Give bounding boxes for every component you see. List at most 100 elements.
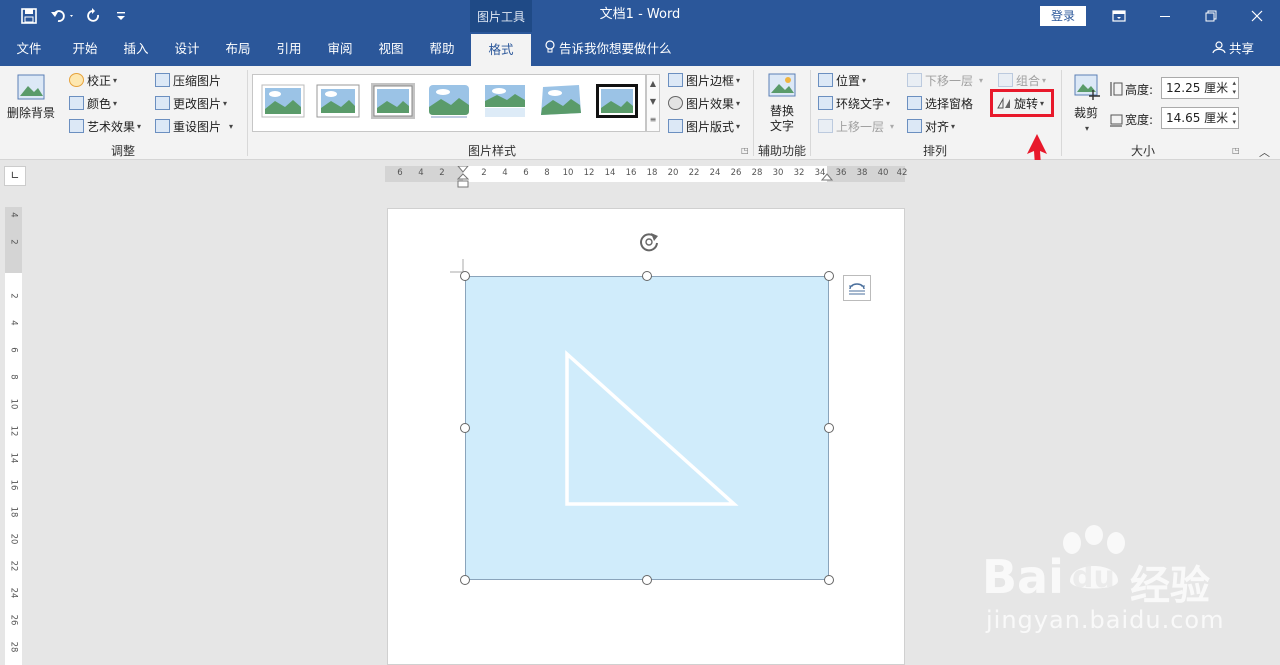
gallery-scroll[interactable]: ▲ ▼ ≡ — [646, 74, 660, 132]
tab-design[interactable]: 设计 — [164, 32, 210, 66]
horizontal-ruler[interactable]: 6 4 2 2 4 6 8 10 12 14 16 18 20 22 24 26… — [385, 166, 907, 188]
tab-layout[interactable]: 布局 — [215, 32, 261, 66]
resize-handle-right[interactable] — [824, 423, 834, 433]
picture-style-5[interactable] — [483, 83, 527, 119]
height-label-wrap: 高度: — [1109, 79, 1153, 99]
correct-button[interactable]: 校正 ▾ — [69, 70, 117, 90]
tab-references[interactable]: 引用 — [266, 32, 312, 66]
ruler-tick: 26 — [8, 614, 19, 626]
indent-marker-icon[interactable] — [457, 166, 469, 192]
resize-handle-bottom[interactable] — [642, 575, 652, 585]
restore-icon[interactable] — [1188, 0, 1234, 32]
remove-background-button[interactable]: 删除背景 — [4, 72, 58, 121]
size-dialog-launcher-icon[interactable]: ◳ — [1232, 146, 1240, 155]
redo-icon[interactable] — [84, 6, 104, 26]
styles-dialog-launcher-icon[interactable]: ◳ — [741, 146, 749, 155]
alt-text-button[interactable]: 替换 文字 — [760, 72, 804, 134]
chevron-down-icon: ▾ — [890, 121, 895, 131]
rotate-handle-icon[interactable] — [636, 229, 662, 255]
chevron-down-icon: ▾ — [951, 121, 956, 131]
compress-label: 压缩图片 — [173, 73, 222, 88]
height-spinner-icon[interactable]: ▴ ▾ — [1232, 79, 1236, 97]
position-button[interactable]: 位置 ▾ — [818, 70, 866, 90]
picture-styles-group-label: 图片样式 — [467, 144, 516, 158]
resize-handle-tl[interactable] — [460, 271, 470, 281]
undo-icon[interactable] — [48, 6, 78, 26]
align-button[interactable]: 对齐 ▾ — [907, 116, 955, 136]
layout-options-button[interactable] — [843, 275, 871, 301]
selected-picture[interactable] — [465, 276, 829, 580]
tab-format[interactable]: 格式 — [471, 34, 531, 66]
picture-border-button[interactable]: 图片边框 ▾ — [668, 70, 740, 90]
customize-qat-icon[interactable] — [112, 6, 130, 26]
selection-pane-button[interactable]: 选择窗格 — [907, 93, 973, 113]
crop-button[interactable]: 裁剪 ▾ — [1068, 72, 1104, 136]
vertical-ruler[interactable]: 4 2 2 4 6 8 10 12 14 16 18 20 22 24 26 2… — [5, 207, 22, 665]
close-icon[interactable] — [1234, 0, 1280, 32]
artistic-effects-button[interactable]: 艺术效果 ▾ — [69, 116, 141, 136]
resize-handle-tr[interactable] — [824, 271, 834, 281]
reset-picture-button[interactable]: 重设图片 ▾ — [155, 116, 233, 136]
collapse-ribbon-icon[interactable]: ︿ — [1259, 144, 1270, 160]
tab-help[interactable]: 帮助 — [419, 32, 465, 66]
picture-style-7[interactable] — [595, 83, 639, 119]
width-label-wrap: 宽度: — [1109, 109, 1153, 129]
adjust-group-label: 调整 — [110, 144, 135, 158]
chevron-down-icon: ▾ — [229, 121, 234, 131]
picture-layout-button[interactable]: 图片版式 ▾ — [668, 116, 740, 136]
bring-forward-button[interactable]: 上移一层 ▾ — [818, 116, 894, 136]
change-picture-button[interactable]: 更改图片 ▾ — [155, 93, 227, 113]
picture-style-4[interactable] — [427, 83, 471, 119]
width-input[interactable]: 14.65 厘米 ▴ ▾ — [1161, 107, 1239, 129]
lightbulb-icon — [544, 33, 556, 67]
resize-handle-top[interactable] — [642, 271, 652, 281]
right-indent-marker-icon[interactable] — [821, 172, 833, 184]
send-backward-button[interactable]: 下移一层 ▾ — [907, 70, 983, 90]
ruler-tick: 8 — [8, 374, 19, 380]
ribbon-display-options-icon[interactable] — [1096, 0, 1142, 32]
tab-home[interactable]: 开始 — [62, 32, 108, 66]
ruler-tick: 18 — [646, 168, 658, 178]
scroll-up-icon[interactable]: ▲ — [647, 75, 659, 93]
picture-style-3[interactable] — [371, 83, 415, 119]
chevron-down-icon: ▾ — [736, 75, 741, 85]
picture-styles-gallery[interactable] — [252, 74, 646, 132]
picture-style-1[interactable] — [261, 83, 305, 119]
document-page[interactable] — [387, 208, 905, 665]
remove-background-icon — [17, 74, 45, 100]
tab-view[interactable]: 视图 — [368, 32, 414, 66]
position-label: 位置 — [836, 73, 861, 88]
compress-pictures-button[interactable]: 压缩图片 — [155, 70, 221, 90]
save-icon[interactable] — [18, 6, 40, 26]
tab-insert[interactable]: 插入 — [113, 32, 159, 66]
tell-me-search[interactable]: 告诉我你想要做什么 — [544, 32, 672, 66]
color-label: 颜色 — [87, 96, 112, 111]
resize-handle-br[interactable] — [824, 575, 834, 585]
share-button[interactable]: 共享 — [1212, 32, 1254, 66]
chevron-down-icon: ▾ — [137, 121, 142, 131]
width-spinner-icon[interactable]: ▴ ▾ — [1232, 109, 1236, 127]
reset-picture-label: 重设图片 — [173, 119, 222, 134]
scroll-down-icon[interactable]: ▼ — [647, 93, 659, 111]
wrap-text-button[interactable]: 环绕文字 ▾ — [818, 93, 890, 113]
gallery-more-icon[interactable]: ≡ — [647, 111, 659, 129]
resize-handle-bl[interactable] — [460, 575, 470, 585]
picture-style-2[interactable] — [316, 83, 360, 119]
login-button[interactable]: 登录 — [1040, 6, 1086, 26]
tab-stop-selector[interactable]: ∟ — [4, 166, 26, 186]
tab-file[interactable]: 文件 — [8, 32, 50, 66]
picture-effects-button[interactable]: 图片效果 ▾ — [668, 93, 740, 113]
height-input[interactable]: 12.25 厘米 ▴ ▾ — [1161, 77, 1239, 99]
minimize-icon[interactable] — [1142, 0, 1188, 32]
share-label: 共享 — [1229, 41, 1255, 56]
tab-review[interactable]: 审阅 — [317, 32, 363, 66]
alt-text-label-2: 文字 — [769, 119, 794, 133]
ruler-tick: 20 — [8, 533, 19, 545]
resize-handle-left[interactable] — [460, 423, 470, 433]
chevron-down-icon: ▾ — [736, 121, 741, 131]
color-button[interactable]: 颜色 ▾ — [69, 93, 117, 113]
ruler-tick: 2 — [8, 293, 19, 299]
group-objects-button[interactable]: 组合 ▾ — [998, 70, 1046, 90]
picture-style-6[interactable] — [539, 83, 583, 119]
ruler-tick: 12 — [583, 168, 595, 178]
